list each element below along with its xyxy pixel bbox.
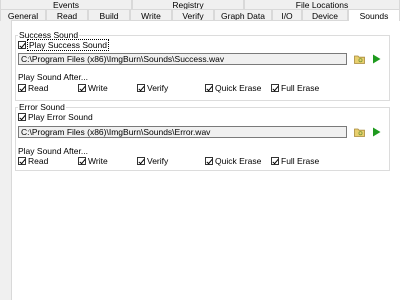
success-read-checkbox[interactable]: Read bbox=[18, 83, 48, 93]
error-write-checkbox[interactable]: Write bbox=[78, 156, 108, 166]
checkbox-box bbox=[137, 157, 145, 165]
success-sound-path[interactable]: C:\Program Files (x86)\ImgBurn\Sounds\Su… bbox=[18, 53, 347, 65]
error-read-checkbox[interactable]: Read bbox=[18, 156, 48, 166]
success-verify-checkbox[interactable]: Verify bbox=[137, 83, 168, 93]
browse-folder-icon[interactable] bbox=[353, 126, 365, 138]
checkbox-box bbox=[271, 157, 279, 165]
checkbox-box bbox=[78, 84, 86, 92]
checkbox-box bbox=[205, 157, 213, 165]
checkbox-box bbox=[137, 84, 145, 92]
success-quick-erase-checkbox[interactable]: Quick Erase bbox=[205, 83, 261, 93]
checkbox-box bbox=[18, 84, 26, 92]
checkbox-box bbox=[18, 41, 26, 49]
checkbox-box bbox=[271, 84, 279, 92]
error-sound-path[interactable]: C:\Program Files (x86)\ImgBurn\Sounds\Er… bbox=[18, 126, 347, 138]
browse-folder-icon[interactable] bbox=[353, 53, 365, 65]
checkbox-box bbox=[78, 157, 86, 165]
success-write-checkbox[interactable]: Write bbox=[78, 83, 108, 93]
play-success-icon[interactable] bbox=[370, 53, 382, 65]
tab-registry[interactable]: Registry bbox=[132, 0, 244, 10]
checkbox-box bbox=[205, 84, 213, 92]
play-error-sound-checkbox[interactable]: Play Error Sound bbox=[18, 112, 93, 122]
error-play-after-label: Play Sound After... bbox=[18, 146, 88, 156]
play-error-icon[interactable] bbox=[370, 126, 382, 138]
tab-file-locations[interactable]: File Locations bbox=[244, 0, 400, 10]
error-sound-group-title: Error Sound bbox=[18, 102, 66, 112]
checkbox-box bbox=[18, 113, 26, 121]
error-sound-group: Error Sound Play Error Sound C:\Program … bbox=[15, 102, 390, 171]
success-play-after-label: Play Sound After... bbox=[18, 72, 88, 82]
error-quick-erase-checkbox[interactable]: Quick Erase bbox=[205, 156, 261, 166]
tab-events[interactable]: Events bbox=[0, 0, 132, 10]
play-success-sound-checkbox[interactable]: Play Success Sound bbox=[18, 39, 109, 51]
success-full-erase-checkbox[interactable]: Full Erase bbox=[271, 83, 319, 93]
checkbox-box bbox=[18, 157, 26, 165]
error-verify-checkbox[interactable]: Verify bbox=[137, 156, 168, 166]
error-full-erase-checkbox[interactable]: Full Erase bbox=[271, 156, 319, 166]
tab-sounds[interactable]: Sounds bbox=[348, 9, 400, 21]
success-sound-group-title: Success Sound bbox=[18, 30, 80, 40]
success-sound-group: Success Sound Play Success Sound C:\Prog… bbox=[15, 30, 390, 101]
tab-row-top: Events Registry File Locations bbox=[0, 0, 400, 10]
